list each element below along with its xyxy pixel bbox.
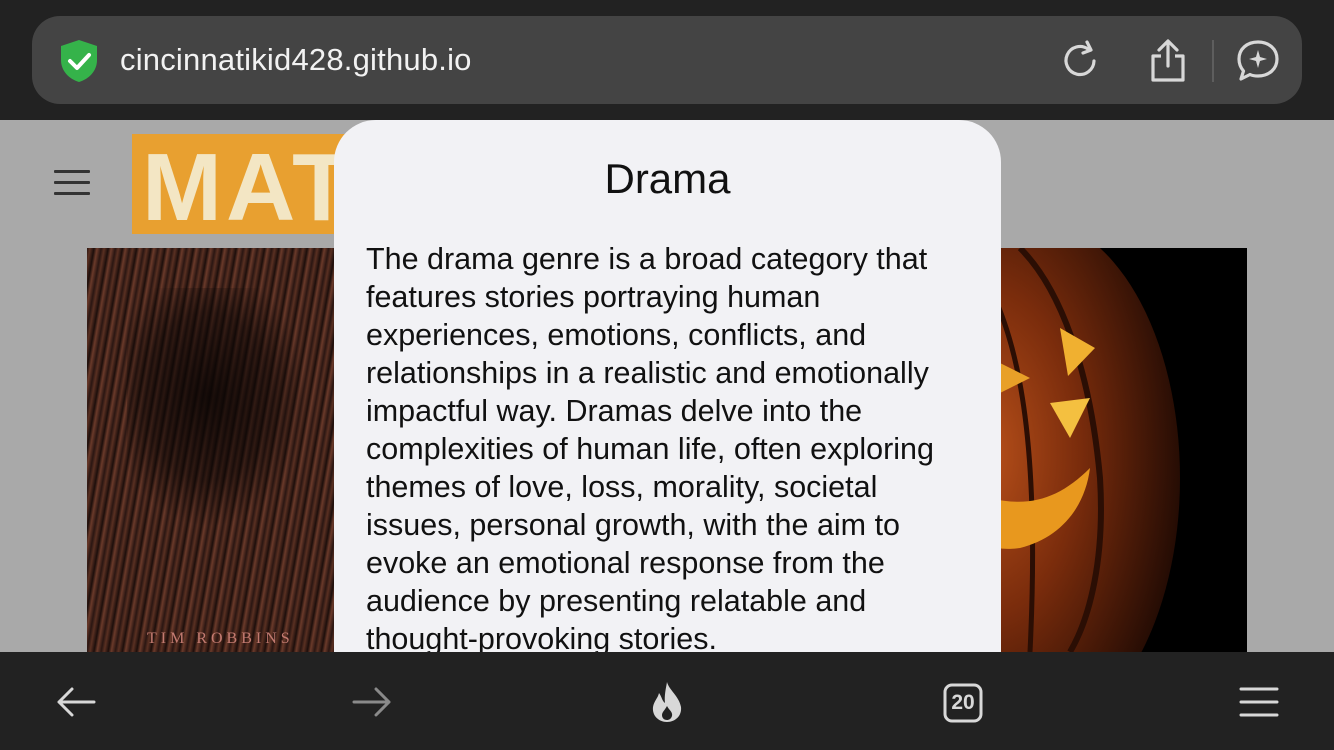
share-icon[interactable] — [1145, 38, 1191, 84]
reload-icon[interactable] — [1057, 38, 1103, 84]
movie-poster[interactable] — [990, 248, 1247, 652]
modal-description: The drama genre is a broad category that… — [366, 242, 934, 652]
browser-top-bar: cincinnatikid428.github.io — [0, 0, 1334, 120]
shield-check-icon — [61, 40, 97, 82]
pumpkin-artwork — [990, 248, 1180, 652]
fire-icon[interactable] — [645, 680, 689, 724]
back-arrow-icon[interactable] — [54, 680, 98, 724]
poster-credit: TIM ROBBINS — [147, 630, 294, 647]
forward-arrow-icon[interactable] — [350, 680, 394, 724]
tab-count: 20 — [951, 691, 975, 714]
toolbar-divider — [1212, 40, 1214, 82]
browser-bottom-toolbar: 20 — [0, 652, 1334, 750]
movie-poster[interactable]: TIM ROBBINS — [87, 248, 347, 652]
poster-artwork — [127, 288, 307, 528]
modal-title: Drama — [604, 155, 731, 202]
menu-icon[interactable] — [1237, 680, 1281, 724]
tabs-button[interactable]: 20 — [942, 682, 984, 724]
url-text[interactable]: cincinnatikid428.github.io — [120, 40, 472, 80]
address-bar[interactable]: cincinnatikid428.github.io — [32, 16, 1302, 104]
site-menu-icon[interactable] — [54, 170, 90, 198]
genre-info-modal: Drama The drama genre is a broad categor… — [334, 120, 1001, 652]
assistant-icon[interactable] — [1235, 38, 1281, 84]
